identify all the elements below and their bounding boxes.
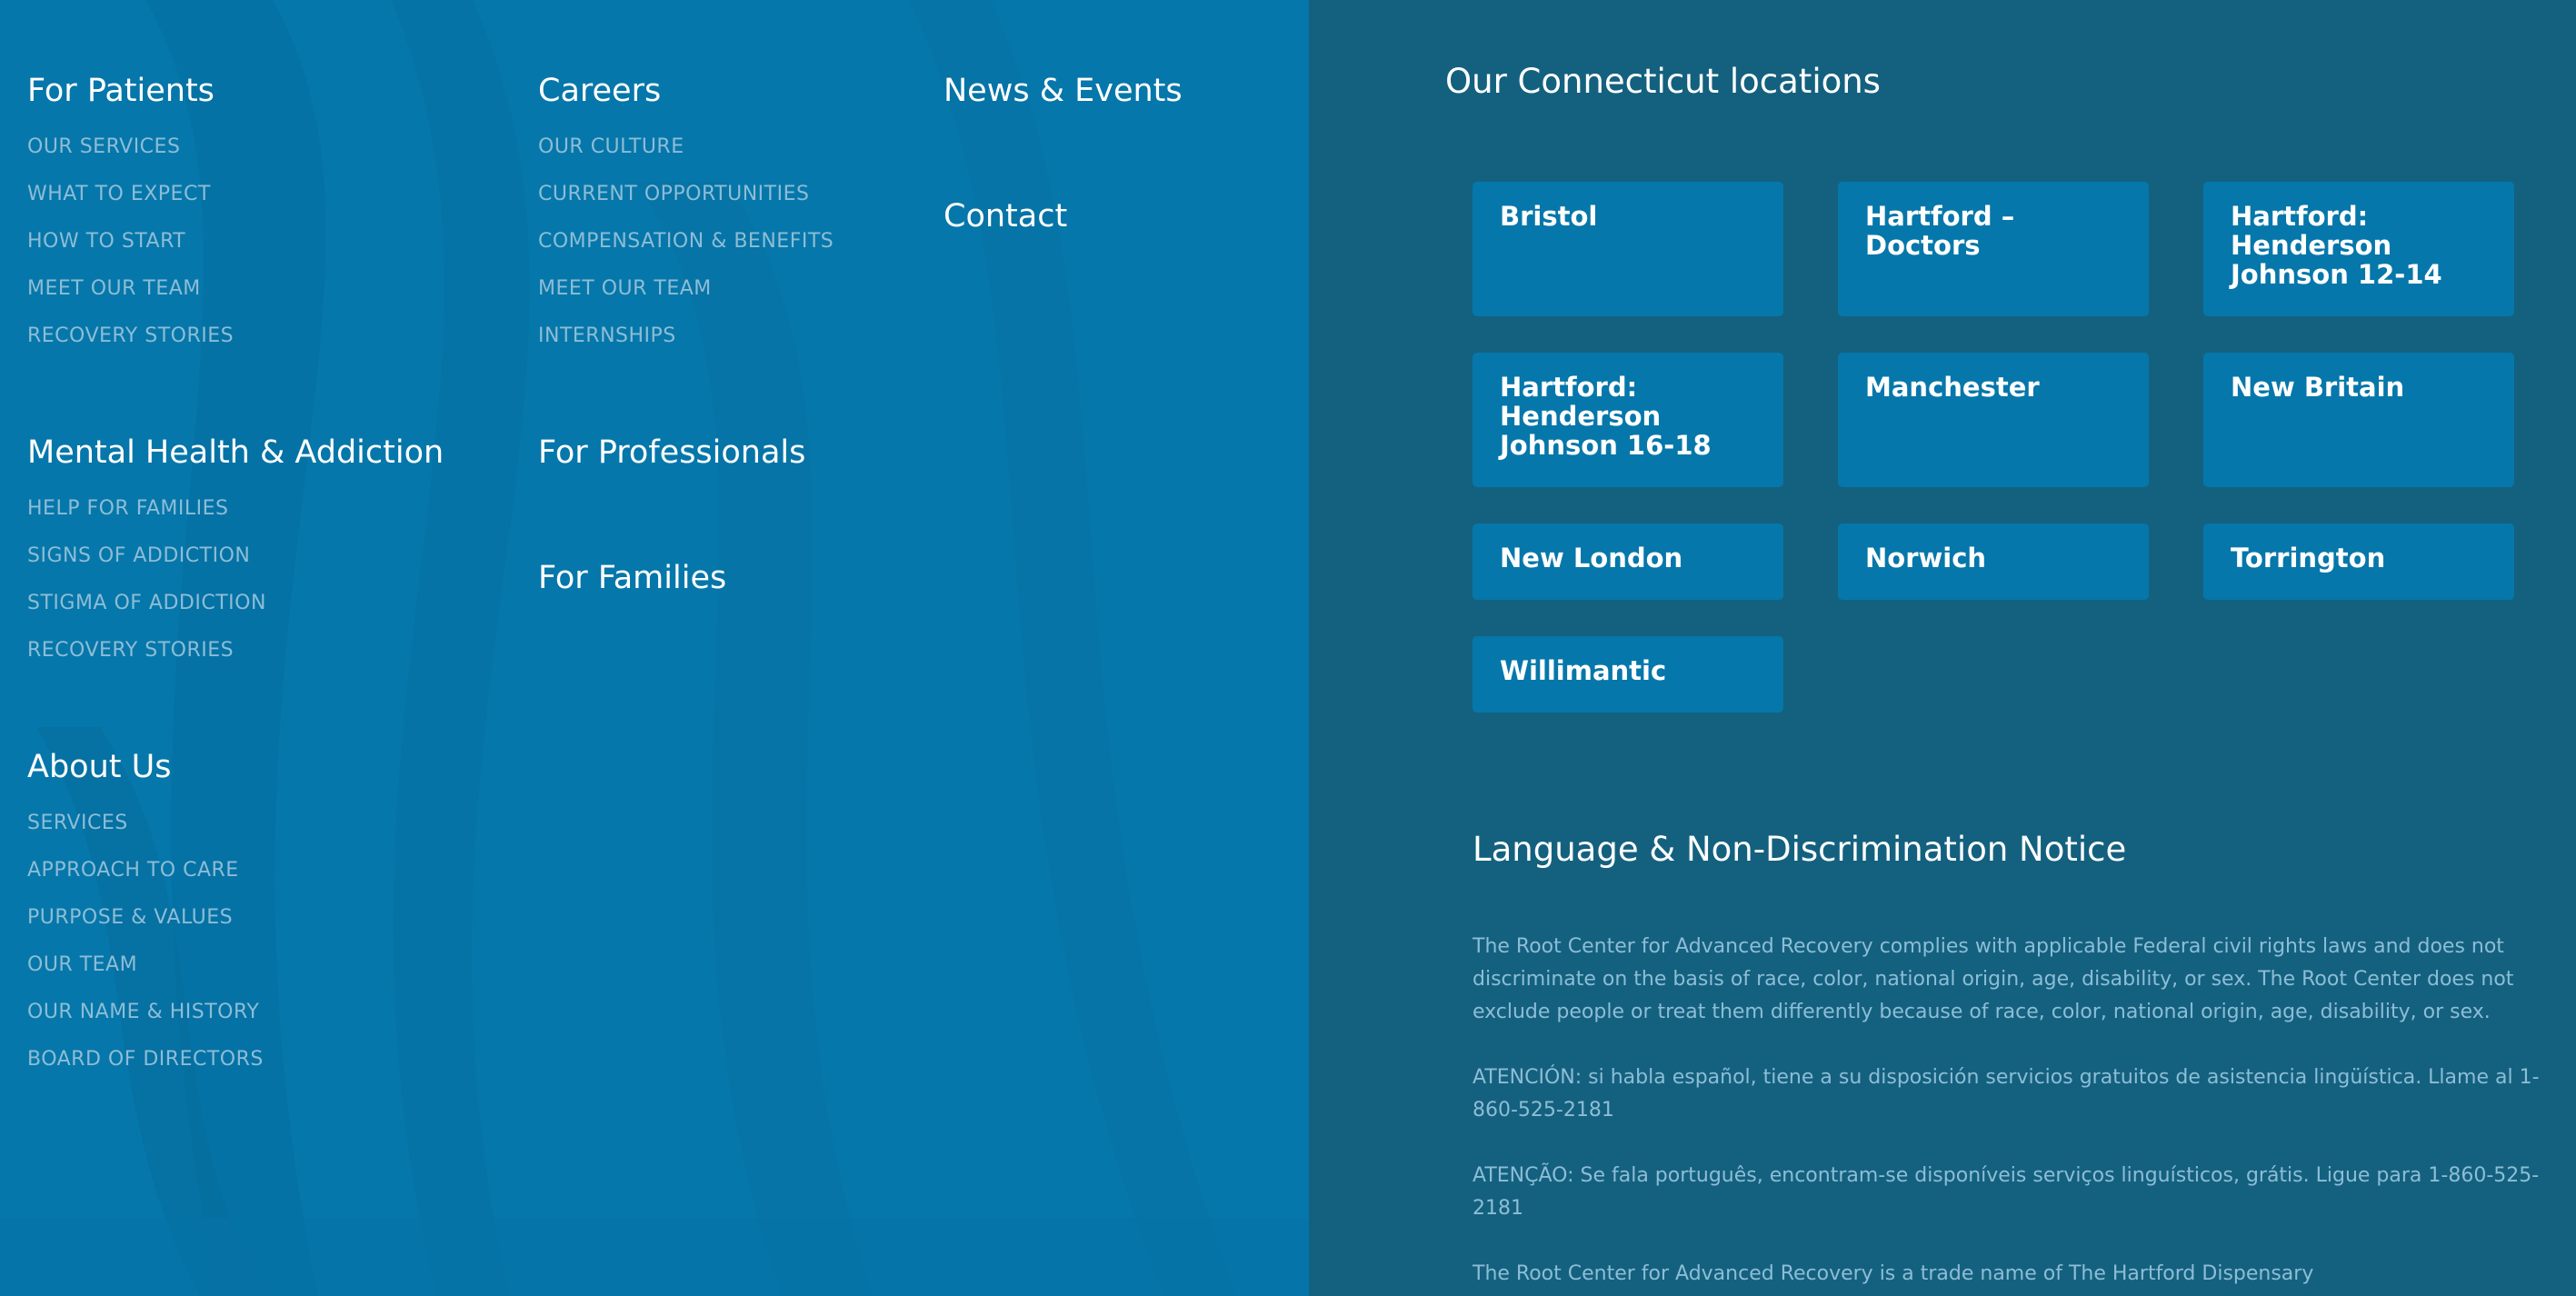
nav-heading-careers[interactable]: Careers	[538, 71, 834, 111]
nav-link-meet-our-team[interactable]: MEET OUR TEAM	[27, 265, 234, 313]
nav-link-how-to-start[interactable]: HOW TO START	[27, 218, 234, 265]
notice-paragraph-english: The Root Center for Advanced Recovery co…	[1473, 935, 2514, 1023]
nav-group-about: About Us SERVICES APPROACH TO CARE PURPO…	[27, 747, 264, 1083]
location-card-torrington[interactable]: Torrington	[2203, 523, 2514, 600]
nav-link-compensation-benefits[interactable]: COMPENSATION & BENEFITS	[538, 218, 834, 265]
nav-link-purpose-values[interactable]: PURPOSE & VALUES	[27, 894, 264, 942]
nav-link-current-opportunities[interactable]: CURRENT OPPORTUNITIES	[538, 171, 834, 218]
nav-link-recovery-stories[interactable]: RECOVERY STORIES	[27, 313, 234, 360]
nav-link-internships[interactable]: INTERNSHIPS	[538, 313, 834, 360]
location-card-bristol[interactable]: Bristol	[1473, 182, 1783, 316]
nav-heading-about-us[interactable]: About Us	[27, 747, 264, 787]
locations-title: Our Connecticut locations	[1445, 62, 1881, 101]
nav-link-what-to-expect[interactable]: WHAT TO EXPECT	[27, 171, 234, 218]
location-card-willimantic[interactable]: Willimantic	[1473, 636, 1783, 713]
nav-link-board-of-directors[interactable]: BOARD OF DIRECTORS	[27, 1036, 264, 1083]
nav-link-our-name-history[interactable]: OUR NAME & HISTORY	[27, 989, 264, 1036]
nav-heading-for-professionals[interactable]: For Professionals	[538, 433, 805, 473]
location-card-norwich[interactable]: Norwich	[1838, 523, 2149, 600]
footer-nav-panel: For Patients OUR SERVICES WHAT TO EXPECT…	[0, 0, 1309, 1296]
nav-group-news: News & Events	[944, 71, 1183, 124]
nav-group-mental-health: Mental Health & Addiction HELP FOR FAMIL…	[27, 433, 444, 674]
nav-heading-news-events[interactable]: News & Events	[944, 71, 1183, 111]
nav-group-careers: Careers OUR CULTURE CURRENT OPPORTUNITIE…	[538, 71, 834, 360]
locations-panel: Our Connecticut locations Bristol Hartfo…	[1309, 0, 2576, 1296]
location-card-hartford-henderson-12-14[interactable]: Hartford: Henderson Johnson 12-14	[2203, 182, 2514, 316]
notice-paragraph-spanish: ATENCIÓN: si habla español, tiene a su d…	[1473, 1066, 2540, 1122]
nav-heading-contact[interactable]: Contact	[944, 196, 1067, 236]
nav-group-families: For Families	[538, 558, 726, 611]
nav-heading-for-patients[interactable]: For Patients	[27, 71, 234, 111]
nav-link-our-culture[interactable]: OUR CULTURE	[538, 124, 834, 171]
nav-link-our-team[interactable]: OUR TEAM	[27, 942, 264, 989]
nav-link-help-for-families[interactable]: HELP FOR FAMILIES	[27, 485, 444, 533]
nav-link-services[interactable]: SERVICES	[27, 800, 264, 847]
nav-group-professionals: For Professionals	[538, 433, 805, 485]
notice-paragraph-portuguese: ATENÇÃO: Se fala português, encontram-se…	[1473, 1164, 2540, 1220]
location-card-new-britain[interactable]: New Britain	[2203, 353, 2514, 487]
nav-link-approach-to-care[interactable]: APPROACH TO CARE	[27, 847, 264, 894]
nav-heading-mental-health-addiction[interactable]: Mental Health & Addiction	[27, 433, 444, 473]
nav-group-patients: For Patients OUR SERVICES WHAT TO EXPECT…	[27, 71, 234, 360]
location-card-hartford-doctors[interactable]: Hartford – Doctors	[1838, 182, 2149, 316]
nav-group-contact: Contact	[944, 196, 1067, 249]
nav-link-signs-of-addiction[interactable]: SIGNS OF ADDICTION	[27, 533, 444, 580]
nav-link-recovery-stories-2[interactable]: RECOVERY STORIES	[27, 627, 444, 674]
nav-link-stigma-of-addiction[interactable]: STIGMA OF ADDICTION	[27, 580, 444, 627]
location-card-hartford-henderson-16-18[interactable]: Hartford: Henderson Johnson 16-18	[1473, 353, 1783, 487]
nav-heading-for-families[interactable]: For Families	[538, 558, 726, 598]
notice-title: Language & Non-Discrimination Notice	[1473, 830, 2127, 869]
nav-link-our-services[interactable]: OUR SERVICES	[27, 124, 234, 171]
location-card-manchester[interactable]: Manchester	[1838, 353, 2149, 487]
notice-paragraph-trade-name: The Root Center for Advanced Recovery is…	[1473, 1262, 2314, 1285]
nav-link-meet-our-team-2[interactable]: MEET OUR TEAM	[538, 265, 834, 313]
location-card-new-london[interactable]: New London	[1473, 523, 1783, 600]
